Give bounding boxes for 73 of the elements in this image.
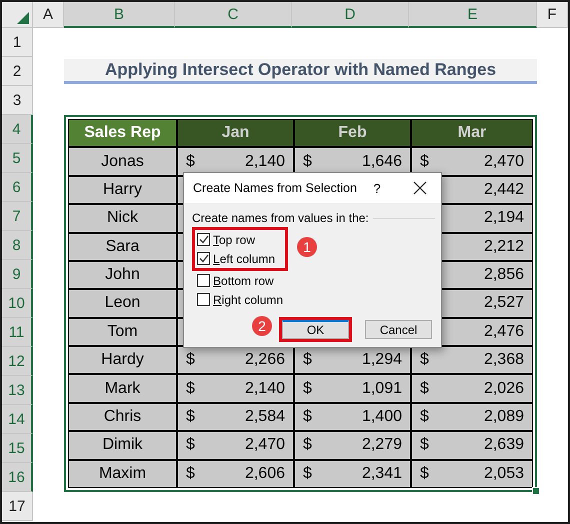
table-cell: Harry	[68, 176, 177, 204]
row-header[interactable]: 2	[2, 57, 33, 86]
table-cell: $ 2,470	[411, 147, 533, 176]
table-cell: Nick	[68, 204, 177, 233]
row-header[interactable]: 1	[2, 28, 33, 57]
column-header[interactable]: C	[175, 2, 292, 28]
row-header[interactable]: 14	[2, 405, 33, 434]
checkbox[interactable]	[197, 252, 210, 265]
cancel-button[interactable]: Cancel	[365, 320, 432, 339]
table-cell: Jonas	[68, 147, 177, 176]
column-header[interactable]: E	[409, 2, 537, 28]
table-cell: Sara	[68, 232, 177, 261]
row-header[interactable]: 9	[2, 260, 33, 289]
table-cell: Hardy	[68, 346, 177, 374]
dialog-title: Create Names from Selection	[193, 181, 358, 195]
row-header[interactable]: 3	[2, 86, 33, 115]
row-header[interactable]: 5	[2, 144, 33, 173]
header-cell: Jan	[177, 119, 294, 148]
row-header[interactable]: 16	[2, 463, 33, 492]
table-cell: $ 2,140	[177, 374, 294, 403]
table-cell: $ 2,053	[411, 460, 533, 488]
row-header[interactable]: 11	[2, 318, 33, 347]
row-header[interactable]: 7	[2, 202, 33, 231]
table-cell: Chris	[68, 402, 177, 432]
table-cell: John	[68, 260, 177, 290]
header-cell: Mar	[411, 119, 533, 148]
row-header[interactable]: 10	[2, 289, 33, 318]
table-cell: Mark	[68, 374, 177, 403]
sheet-title: Applying Intersect Operator with Named Ranges	[64, 59, 537, 84]
header-cell: Sales Rep	[68, 119, 177, 148]
select-all-corner[interactable]	[2, 2, 33, 28]
fill-handle[interactable]	[532, 487, 540, 495]
group-label: Create names from values in the:	[192, 211, 369, 225]
table-cell: Tom	[68, 318, 177, 346]
table-cell: $ 2,639	[411, 431, 533, 460]
table-cell: $ 2,584	[177, 402, 294, 432]
row-header[interactable]: 4	[2, 115, 33, 144]
table-cell: $ 2,341	[294, 460, 411, 488]
checkbox[interactable]	[197, 274, 210, 287]
column-header[interactable]: F	[537, 2, 568, 28]
table-cell: $ 2,470	[177, 431, 294, 460]
row-header[interactable]: 8	[2, 231, 33, 260]
step-badge: 1	[297, 237, 317, 257]
table-cell: $ 2,279	[294, 431, 411, 460]
step-badge: 2	[252, 316, 272, 336]
table-cell: Maxim	[68, 460, 177, 488]
row-header[interactable]: 6	[2, 173, 33, 202]
table-cell: $ 1,294	[294, 346, 411, 374]
ok-button[interactable]: OK	[282, 320, 349, 339]
row-header[interactable]: 12	[2, 347, 33, 376]
table-cell: $ 2,089	[411, 402, 533, 432]
checkbox-option[interactable]: Top row	[197, 230, 283, 249]
corner-triangle-icon	[17, 12, 29, 24]
table-cell: Leon	[68, 289, 177, 318]
checkbox-option[interactable]: Left column	[197, 249, 283, 268]
checkbox[interactable]	[197, 233, 210, 246]
row-header[interactable]: 15	[2, 434, 33, 463]
column-header[interactable]: A	[33, 2, 64, 28]
table-cell: $ 1,091	[294, 374, 411, 403]
column-header[interactable]: B	[64, 2, 175, 28]
table-cell: $ 2,368	[411, 346, 533, 374]
table-cell: $ 2,606	[177, 460, 294, 488]
column-header[interactable]: D	[292, 2, 409, 28]
close-icon[interactable]	[413, 181, 427, 195]
table-cell: $ 2,026	[411, 374, 533, 403]
row-header[interactable]: 13	[2, 376, 33, 405]
row-header[interactable]: 17	[2, 492, 33, 521]
checkbox[interactable]	[197, 293, 210, 306]
table-cell: $ 1,400	[294, 402, 411, 432]
header-cell: Feb	[294, 119, 411, 148]
table-cell: $ 2,266	[177, 346, 294, 374]
help-button[interactable]: ?	[367, 180, 387, 196]
table-cell: Dimik	[68, 431, 177, 460]
